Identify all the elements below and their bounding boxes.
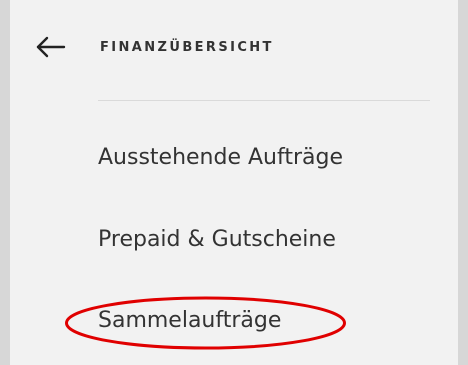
page-title: FINANZÜBERSICHT (100, 39, 274, 55)
panel-header: FINANZÜBERSICHT (34, 29, 274, 65)
menu-item-bulk-orders[interactable]: Sammelaufträge (98, 308, 281, 333)
menu-item-prepaid-vouchers[interactable]: Prepaid & Gutscheine (98, 227, 336, 252)
arrow-left-icon[interactable] (34, 35, 66, 59)
menu-item-pending-orders[interactable]: Ausstehende Aufträge (98, 145, 343, 170)
divider (98, 100, 430, 101)
finance-overview-panel: FINANZÜBERSICHT Ausstehende Aufträge Pre… (10, 0, 458, 365)
